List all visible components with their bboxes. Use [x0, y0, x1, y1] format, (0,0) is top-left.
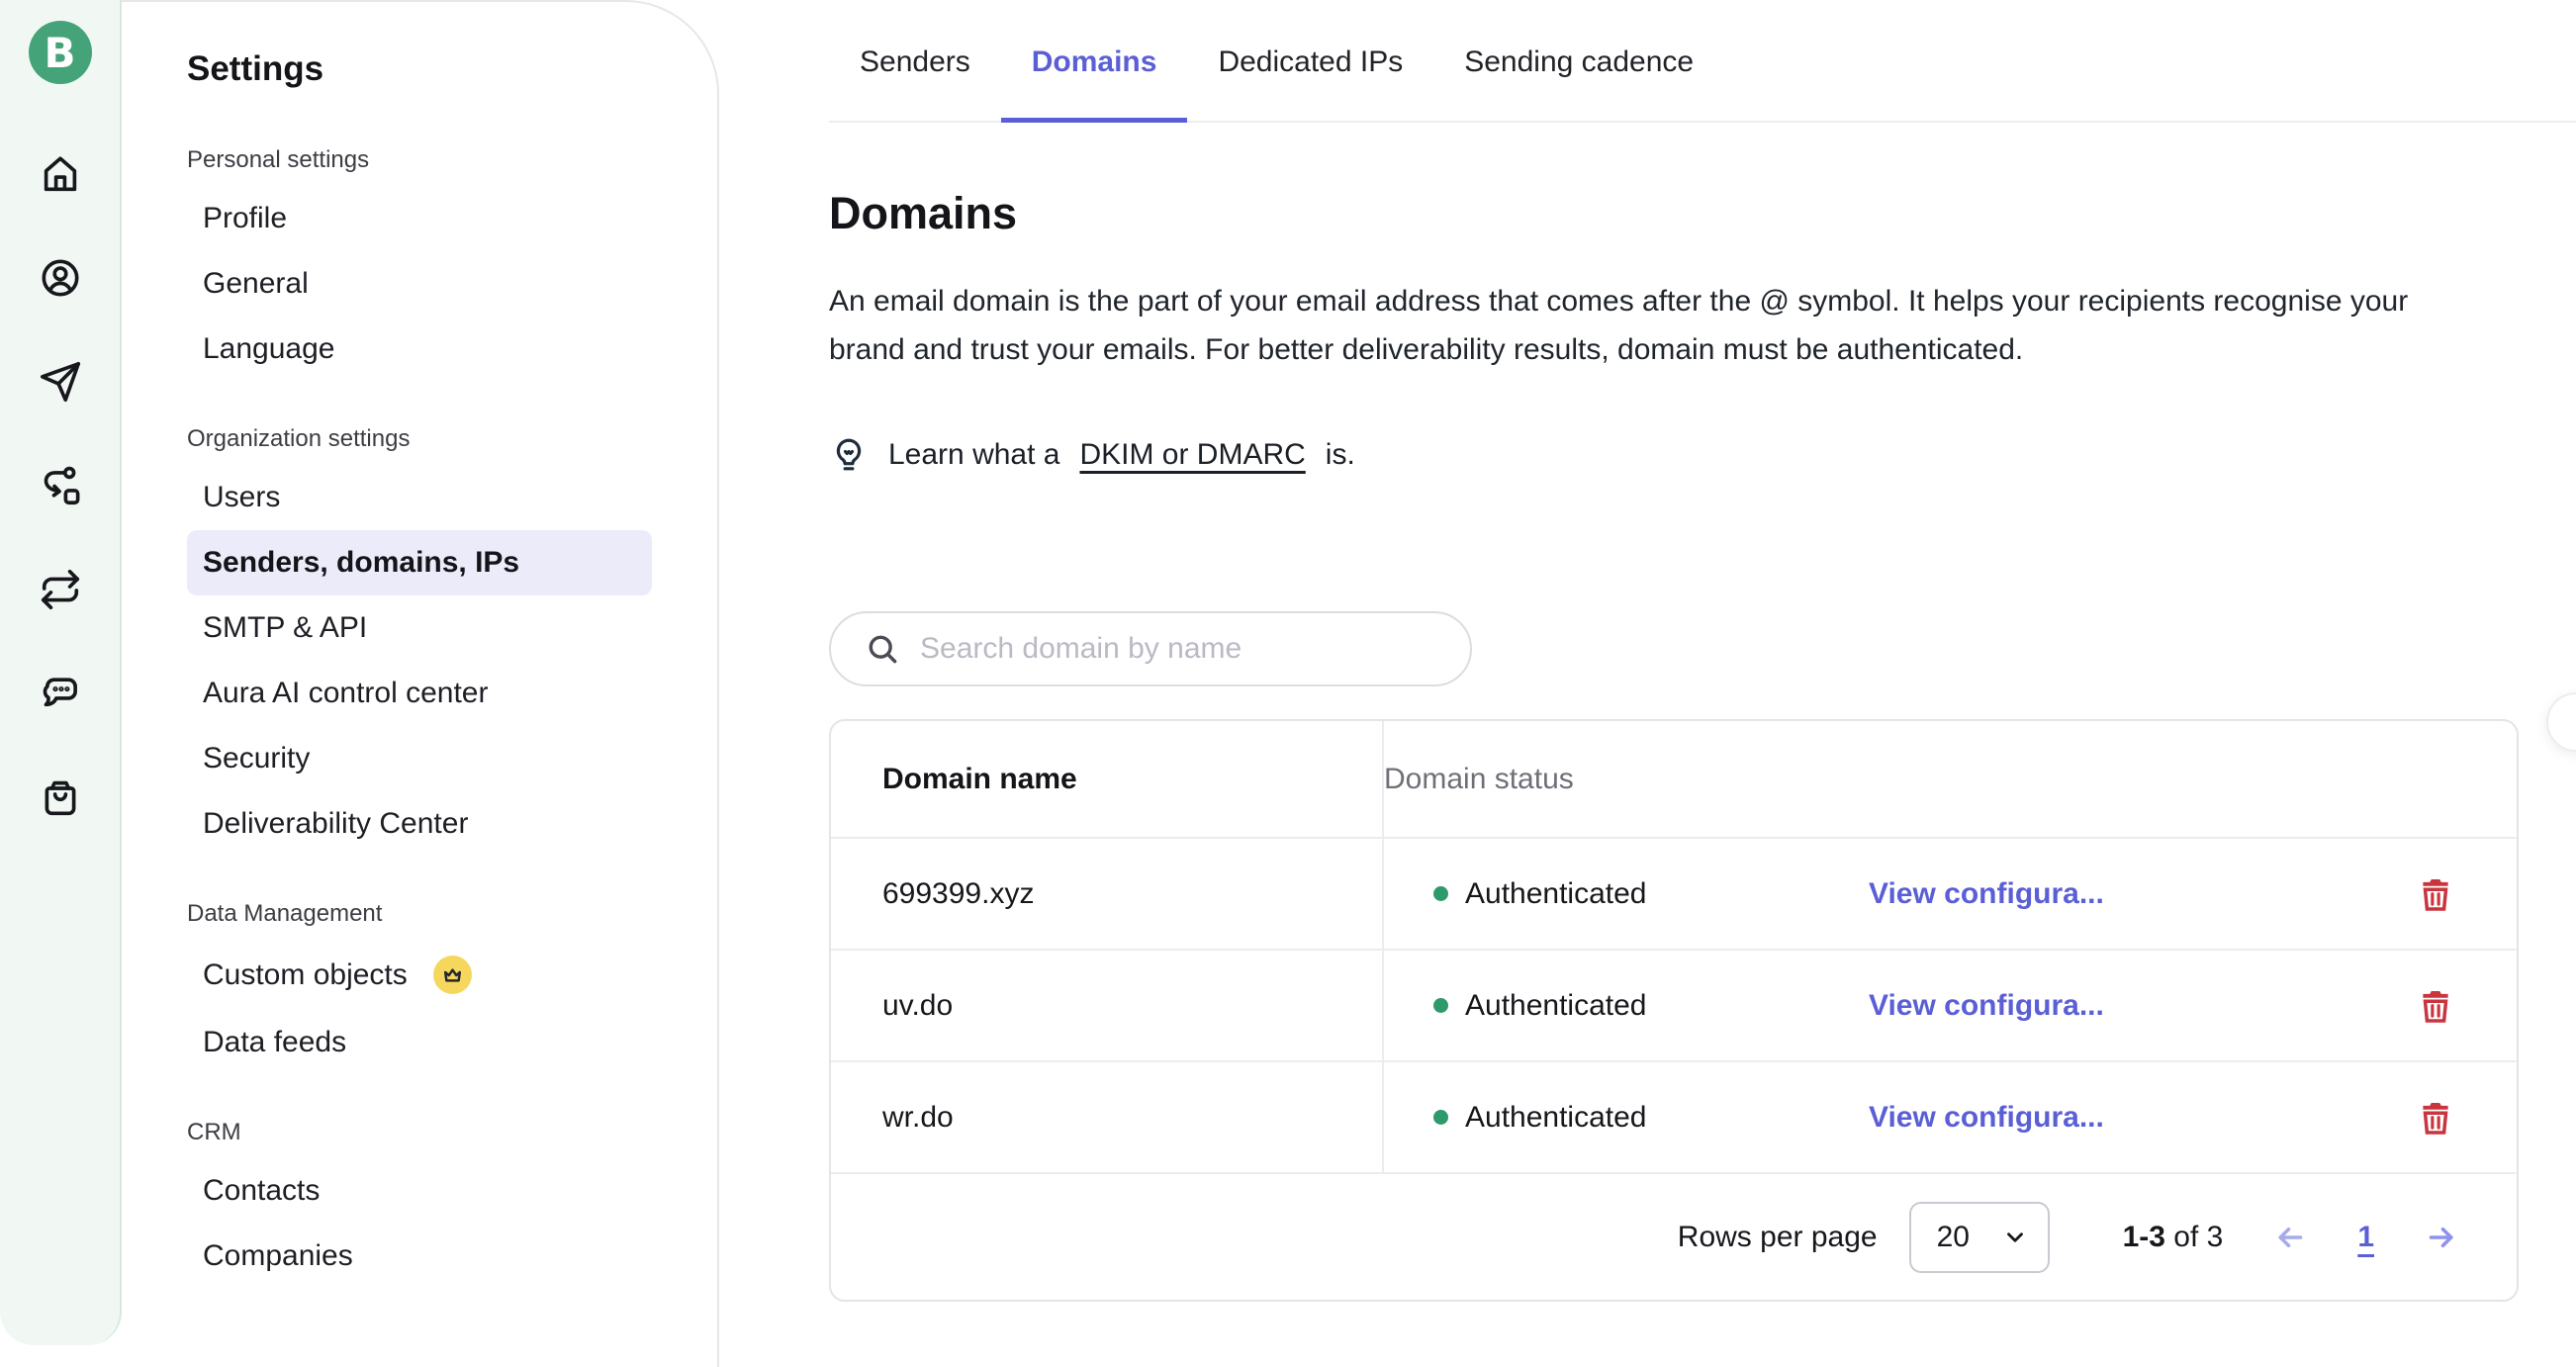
sidebar-item-smtp-api[interactable]: SMTP & API — [187, 595, 652, 661]
commerce-bag-icon[interactable] — [38, 775, 83, 820]
section-label: CRM — [187, 1119, 719, 1146]
view-configuration-link[interactable]: View configura... — [1869, 877, 2353, 911]
conversations-chat-icon[interactable] — [38, 671, 83, 716]
page-title: Domains — [829, 188, 2576, 239]
app-rail: B — [0, 0, 122, 1345]
nav-section-personal: Personal settings Profile General Langua… — [187, 146, 719, 382]
main-content: Senders Domains Dedicated IPs Sending ca… — [719, 0, 2576, 1367]
delete-domain-icon[interactable] — [2415, 985, 2456, 1027]
delete-domain-icon[interactable] — [2415, 873, 2456, 915]
previous-page-icon[interactable] — [2272, 1220, 2308, 1255]
table-footer: Rows per page 20 1-3 of 3 1 — [831, 1172, 2517, 1300]
status-badge: Authenticated — [1433, 1101, 1869, 1135]
page-description: An email domain is the part of your emai… — [829, 277, 2456, 374]
tab-dedicated-ips[interactable]: Dedicated IPs — [1187, 2, 1433, 121]
sidebar-item-language[interactable]: Language — [187, 317, 652, 382]
sidebar-item-senders-domains-ips[interactable]: Senders, domains, IPs — [187, 530, 652, 595]
pagination: 1 — [2272, 1220, 2459, 1255]
status-dot-icon — [1433, 998, 1448, 1013]
table-row: 699399.xyz Authenticated View configura.… — [831, 837, 2517, 949]
sidebar-item-users[interactable]: Users — [187, 465, 652, 530]
section-label: Organization settings — [187, 425, 719, 453]
domain-search — [829, 611, 1472, 686]
home-icon[interactable] — [38, 151, 83, 197]
domain-name-cell: 699399.xyz — [831, 839, 1382, 949]
sidebar-item-data-feeds[interactable]: Data feeds — [187, 1010, 652, 1075]
status-dot-icon — [1433, 1110, 1448, 1125]
sidebar-item-deliverability-center[interactable]: Deliverability Center — [187, 791, 652, 857]
automation-icon[interactable] — [38, 463, 83, 508]
dkim-dmarc-link[interactable]: DKIM or DMARC — [1079, 438, 1305, 472]
search-input[interactable] — [920, 632, 1442, 666]
nav-section-crm: CRM Contacts Companies — [187, 1119, 719, 1289]
brevo-logo[interactable]: B — [29, 21, 92, 84]
sidebar-item-aura-ai[interactable]: Aura AI control center — [187, 661, 652, 726]
nav-section-organization: Organization settings Users Senders, dom… — [187, 425, 719, 857]
rows-per-page-select[interactable]: 20 — [1909, 1202, 2050, 1273]
section-label: Data Management — [187, 900, 719, 928]
transactional-repeat-icon[interactable] — [38, 567, 83, 612]
sidebar-item-companies[interactable]: Companies — [187, 1224, 652, 1289]
view-configuration-link[interactable]: View configura... — [1869, 989, 2353, 1023]
tab-sending-cadence[interactable]: Sending cadence — [1433, 2, 1724, 121]
sidebar-item-contacts[interactable]: Contacts — [187, 1158, 652, 1224]
sidebar-item-custom-objects[interactable]: Custom objects — [187, 940, 652, 1010]
sidebar-item-security[interactable]: Security — [187, 726, 652, 791]
view-configuration-link[interactable]: View configura... — [1869, 1101, 2353, 1135]
next-page-icon[interactable] — [2424, 1220, 2459, 1255]
app-card: Settings Personal settings Profile Gener… — [122, 0, 2576, 1367]
tip-text-prefix: Learn what a — [888, 438, 1059, 472]
tab-senders[interactable]: Senders — [829, 2, 1001, 121]
column-header-domain-name: Domain name — [831, 721, 1382, 837]
page-number-current[interactable]: 1 — [2351, 1221, 2380, 1254]
sidebar-item-general[interactable]: General — [187, 251, 652, 317]
chevron-down-icon — [2002, 1225, 2028, 1250]
delete-domain-icon[interactable] — [2415, 1097, 2456, 1139]
pagination-range: 1-3 of 3 — [2123, 1221, 2224, 1254]
status-dot-icon — [1433, 886, 1448, 901]
tip-text-suffix: is. — [1326, 438, 1355, 472]
settings-title: Settings — [187, 49, 719, 89]
lightbulb-icon — [829, 435, 869, 475]
search-icon — [865, 631, 900, 667]
contacts-icon[interactable] — [38, 255, 83, 301]
crown-badge-icon — [433, 956, 472, 994]
tab-bar: Senders Domains Dedicated IPs Sending ca… — [829, 0, 2576, 123]
table-row: uv.do Authenticated View configura... — [831, 949, 2517, 1060]
tab-domains[interactable]: Domains — [1001, 2, 1188, 121]
nav-section-data-management: Data Management Custom objects Data feed… — [187, 900, 719, 1075]
rows-per-page-label: Rows per page — [1678, 1221, 1878, 1254]
sidebar-item-profile[interactable]: Profile — [187, 186, 652, 251]
table-row: wr.do Authenticated View configura... — [831, 1060, 2517, 1172]
status-badge: Authenticated — [1433, 877, 1869, 911]
domain-name-cell: wr.do — [831, 1062, 1382, 1172]
campaigns-send-icon[interactable] — [38, 359, 83, 405]
domain-name-cell: uv.do — [831, 951, 1382, 1060]
domains-table: Domain name Domain status 699399.xyz Aut… — [829, 719, 2519, 1302]
table-header-row: Domain name Domain status — [831, 721, 2517, 837]
section-label: Personal settings — [187, 146, 719, 174]
settings-sidebar: Settings Personal settings Profile Gener… — [122, 0, 719, 1367]
column-header-domain-status: Domain status — [1382, 721, 2517, 837]
status-badge: Authenticated — [1433, 989, 1869, 1023]
dkim-tip: Learn what a DKIM or DMARC is. — [829, 435, 2576, 475]
